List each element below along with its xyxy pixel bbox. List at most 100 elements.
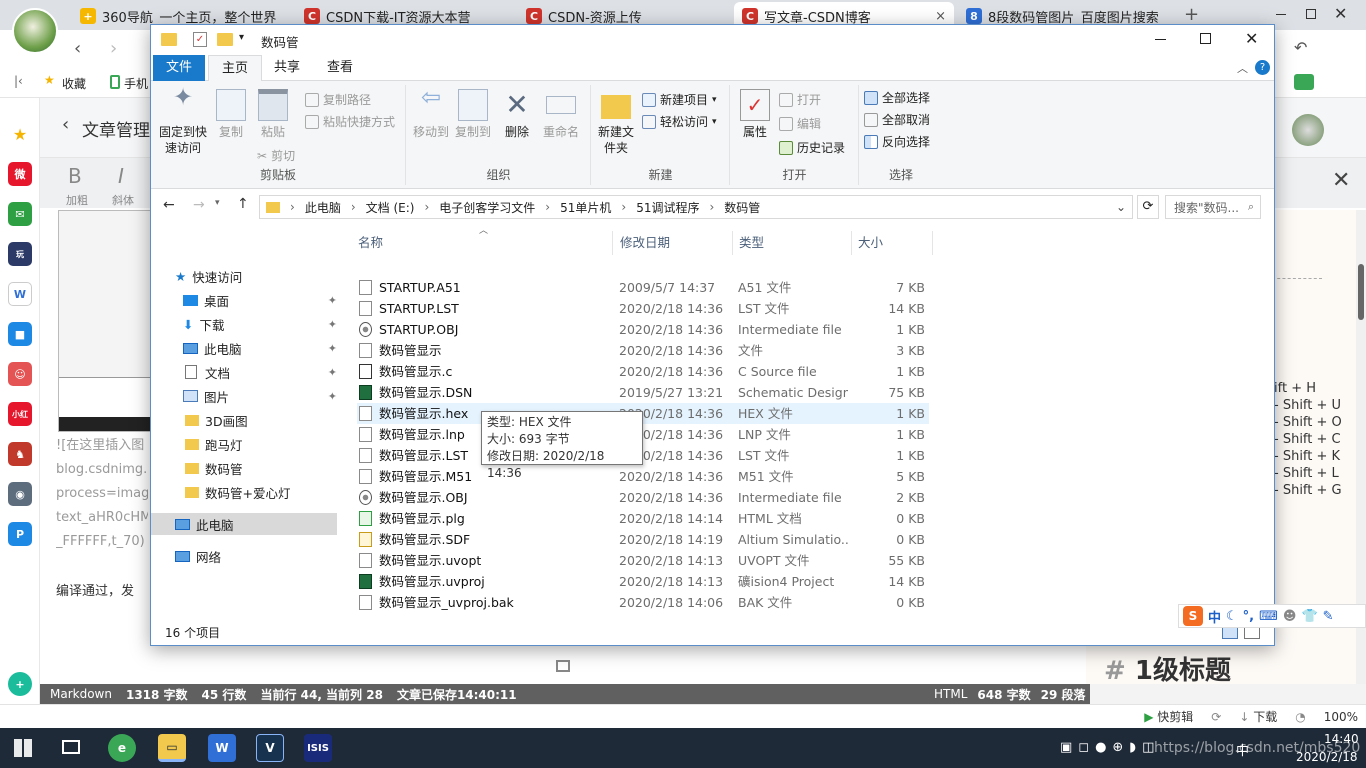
- wps-icon[interactable]: W: [8, 282, 32, 306]
- file-row[interactable]: 数码管显示.c 2020/2/18 14:36 C Source file 1 KB: [357, 361, 929, 382]
- mobile-label[interactable]: 手机: [124, 75, 148, 92]
- breadcrumb-item[interactable]: 51单片机: [560, 199, 611, 216]
- pubg-icon[interactable]: ◉: [8, 482, 32, 506]
- download-button[interactable]: ↓ 下载: [1239, 708, 1277, 725]
- windows-start-icon[interactable]: [14, 739, 32, 757]
- sogou-icon[interactable]: S: [1183, 606, 1203, 626]
- tray-icons[interactable]: ▣◻●⊕◗◫: [1060, 740, 1160, 755]
- copy-to-button[interactable]: 复制到: [453, 89, 493, 140]
- refresh-icon[interactable]: ⟳: [1211, 710, 1221, 724]
- column-size[interactable]: 大小: [853, 231, 933, 255]
- back-icon[interactable]: ‹: [74, 38, 81, 59]
- add-icon[interactable]: +: [8, 672, 32, 696]
- maximize-icon[interactable]: [1200, 33, 1211, 44]
- nav-pictures[interactable]: 图片 ✦: [183, 385, 337, 407]
- close-icon[interactable]: ✕: [1334, 4, 1347, 23]
- file-row[interactable]: 数码管显示.DSN 2019/5/27 13:21 Schematic Design…: [357, 382, 929, 403]
- forward-icon[interactable]: ›: [110, 38, 117, 59]
- file-row[interactable]: 数码管显示.OBJ 2020/2/18 14:36 Intermediate fil…: [357, 487, 929, 508]
- screen-icon[interactable]: [556, 660, 570, 672]
- file-row[interactable]: STARTUP.A51 2009/5/7 14:37 A51 文件 7 KB: [357, 277, 929, 298]
- game-icon[interactable]: ♞: [8, 442, 32, 466]
- new-folder-button[interactable]: 新建文件夹: [598, 89, 634, 156]
- star-icon[interactable]: ★: [8, 122, 32, 146]
- paste-button[interactable]: 粘贴: [255, 89, 291, 140]
- file-row[interactable]: 数码管显示.uvproj 2020/2/18 14:13 礦ision4 Proje…: [357, 571, 929, 592]
- ime-language[interactable]: 中: [1208, 607, 1221, 626]
- recent-locations-icon[interactable]: ▾: [215, 198, 220, 208]
- file-row[interactable]: STARTUP.OBJ 2020/2/18 14:36 Intermediate f…: [357, 319, 929, 340]
- file-row[interactable]: 数码管显示.SDF 2020/2/18 14:19 Altium Simulatio…: [357, 529, 929, 550]
- column-type[interactable]: 类型: [734, 231, 852, 255]
- new-item-button[interactable]: 新建项目 ▾: [642, 91, 717, 108]
- sidebar-toggle-icon[interactable]: |‹: [14, 74, 23, 88]
- favorites-label[interactable]: 收藏: [62, 75, 86, 92]
- nav-documents[interactable]: 文档 ✦: [183, 361, 337, 383]
- copy-path-button[interactable]: 复制路径: [305, 91, 371, 108]
- nav-downloads[interactable]: ⬇ 下载 ✦: [183, 313, 337, 335]
- game-icon[interactable]: [1294, 74, 1314, 90]
- wps-writer-icon[interactable]: W: [208, 734, 236, 762]
- file-row[interactable]: 数码管显示_uvproj.bak 2020/2/18 14:06 BAK 文件 0 K…: [357, 592, 929, 613]
- voice-icon[interactable]: ☻: [1283, 609, 1297, 624]
- search-input[interactable]: 搜索"数码... ⌕: [1165, 195, 1261, 219]
- minimize-icon[interactable]: [1155, 39, 1166, 40]
- article-manage-link[interactable]: 文章管理: [82, 116, 150, 141]
- p-app-icon[interactable]: P: [8, 522, 32, 546]
- invert-selection-button[interactable]: 反向选择: [864, 133, 930, 150]
- breadcrumb-item[interactable]: 此电脑: [305, 199, 341, 216]
- keyboard-icon[interactable]: ⌨: [1259, 609, 1278, 624]
- tab-home[interactable]: 主页: [208, 55, 263, 82]
- rename-button[interactable]: 重命名: [539, 89, 583, 140]
- column-date[interactable]: 修改日期: [615, 231, 733, 255]
- nav-this-pc[interactable]: 此电脑: [151, 513, 337, 535]
- chat-icon[interactable]: ■: [8, 322, 32, 346]
- select-all-button[interactable]: 全部选择: [864, 89, 930, 106]
- file-row[interactable]: 数码管显示.M51 2020/2/18 14:36 M51 文件 5 KB: [357, 466, 929, 487]
- back-arrow-icon[interactable]: ‹: [62, 114, 69, 135]
- delete-button[interactable]: ✕ 删除: [501, 89, 533, 140]
- keil-icon[interactable]: V: [256, 734, 284, 762]
- game-center-icon[interactable]: 玩: [8, 242, 32, 266]
- ribbon-collapse-icon[interactable]: ︿: [1237, 60, 1248, 76]
- refresh-icon[interactable]: ⟳: [1137, 195, 1159, 219]
- quick-clip-button[interactable]: ▶ 快剪辑: [1144, 708, 1193, 725]
- forward-icon[interactable]: →: [193, 197, 205, 213]
- moon-icon[interactable]: ☾: [1226, 609, 1238, 624]
- address-bar[interactable]: › 此电脑 › 文档 (E:) › 电子创客学习文件 › 51单片机 › 51调…: [259, 195, 1133, 219]
- nav-quick-access[interactable]: ★ 快速访问: [175, 265, 361, 287]
- nav-desktop[interactable]: 桌面 ✦: [183, 289, 337, 311]
- easy-access-button[interactable]: 轻松访问 ▾: [642, 113, 717, 130]
- edit-button[interactable]: 编辑: [779, 115, 821, 132]
- tab-close-icon[interactable]: ×: [935, 9, 946, 24]
- new-tab-button[interactable]: +: [1184, 4, 1199, 25]
- user-avatar[interactable]: [12, 8, 58, 54]
- redbook-icon[interactable]: 小红: [8, 402, 32, 426]
- task-view-icon[interactable]: [62, 740, 80, 754]
- help-icon[interactable]: ?: [1255, 60, 1270, 75]
- file-row[interactable]: 数码管显示 2020/2/18 14:36 文件 3 KB: [357, 340, 929, 361]
- file-row[interactable]: 数码管显示.uvopt 2020/2/18 14:13 UVOPT 文件 55 KB: [357, 550, 929, 571]
- column-name[interactable]: 名称: [353, 231, 613, 255]
- undo-icon[interactable]: ↶: [1294, 38, 1307, 57]
- close-dialog-icon[interactable]: ✕: [1332, 168, 1350, 193]
- skin-icon[interactable]: 👕: [1301, 609, 1317, 624]
- zoom-level[interactable]: 100%: [1324, 710, 1358, 724]
- address-dropdown-icon[interactable]: ⌄: [1116, 200, 1126, 214]
- file-explorer-icon[interactable]: ▭: [158, 734, 186, 762]
- tab-view[interactable]: 查看: [314, 55, 366, 81]
- quick-access-dropdown-icon[interactable]: ▾: [239, 32, 244, 43]
- breadcrumb-item[interactable]: 电子创客学习文件: [439, 199, 535, 216]
- breadcrumb-item[interactable]: 文档 (E:): [366, 199, 415, 216]
- italic-button[interactable]: I: [118, 164, 124, 188]
- mail-icon[interactable]: ✉: [8, 202, 32, 226]
- select-none-button[interactable]: 全部取消: [864, 111, 930, 128]
- nav-this-pc-pinned[interactable]: 此电脑 ✦: [183, 337, 337, 359]
- punctuation-icon[interactable]: °,: [1243, 609, 1254, 624]
- isis-icon[interactable]: ISIS: [304, 734, 332, 762]
- new-folder-quick-icon[interactable]: [217, 33, 233, 46]
- weibo-icon[interactable]: 微: [8, 162, 32, 186]
- close-icon[interactable]: ✕: [1245, 29, 1258, 48]
- properties-quick-icon[interactable]: ✓: [193, 32, 207, 47]
- nav-network[interactable]: 网络: [175, 545, 361, 567]
